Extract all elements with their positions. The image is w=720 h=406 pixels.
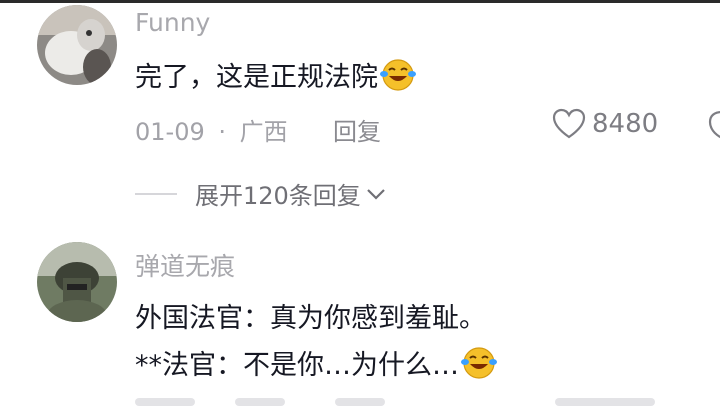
meta-separator: · [218, 118, 227, 146]
like-button[interactable]: 8480 [552, 108, 658, 140]
comment-item: Funny 完了，这是正规法院 01-09 · 广西 回复 8480 展开120… [0, 0, 720, 220]
comment-item: 弹道无痕 外国法官：真为你感到羞耻。 **法官：不是你…为什么… [0, 230, 720, 406]
dislike-icon[interactable] [708, 108, 720, 144]
avatar[interactable] [37, 242, 117, 322]
comment-meta: 01-09 · 广西 [135, 112, 288, 147]
comment-text-line1: 外国法官：真为你感到羞耻。 [135, 303, 486, 334]
comment-text: 完了，这是正规法院 [135, 55, 416, 99]
comment-date: 01-09 [135, 118, 205, 146]
expand-replies-label: 展开120条回复 [195, 182, 361, 210]
laughing-crying-emoji-icon [380, 58, 416, 99]
laughing-crying-emoji-icon [461, 346, 497, 387]
chevron-down-icon [367, 188, 385, 200]
username[interactable]: Funny [135, 8, 210, 37]
username[interactable]: 弹道无痕 [135, 247, 235, 283]
expand-divider [135, 192, 177, 195]
like-count: 8480 [592, 109, 659, 139]
comment-location: 广西 [239, 118, 288, 146]
reply-button[interactable]: 回复 [333, 112, 381, 147]
soldier-helmet-avatar-icon [37, 242, 117, 322]
comment-text-line2-content: **法官：不是你…为什么… [135, 350, 459, 381]
expand-replies[interactable]: 展开120条回复 [135, 176, 387, 211]
heart-icon [552, 108, 586, 139]
avatar[interactable] [37, 5, 117, 85]
comment-text-line2: **法官：不是你…为什么… [135, 343, 497, 387]
comment-text-content: 完了，这是正规法院 [135, 62, 378, 93]
cat-photo-avatar-icon [37, 5, 117, 85]
